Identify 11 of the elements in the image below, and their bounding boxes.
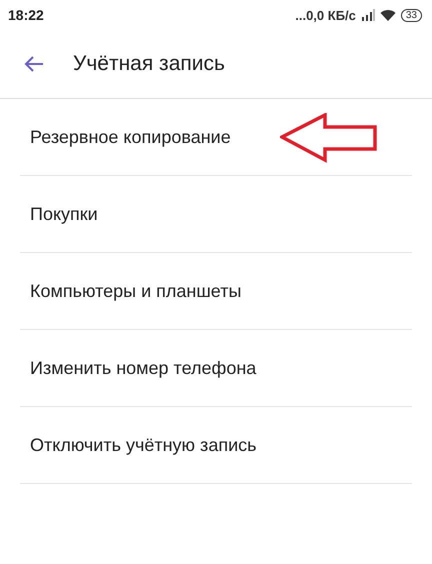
status-time: 18:22 [8, 7, 44, 23]
signal-icon [360, 9, 375, 21]
network-speed: ...0,0 КБ/с [295, 8, 356, 22]
menu-item[interactable]: Изменить номер телефона [20, 330, 412, 407]
menu-item[interactable]: Отключить учётную запись [20, 407, 412, 484]
menu-item[interactable]: Покупки [20, 176, 412, 253]
menu-item[interactable]: Компьютеры и планшеты [20, 253, 412, 330]
wifi-icon [380, 9, 396, 21]
battery-icon: 33 [400, 8, 422, 22]
menu-item[interactable]: Резервное копирование [20, 99, 412, 176]
screen-title: Учётная запись [73, 52, 225, 76]
